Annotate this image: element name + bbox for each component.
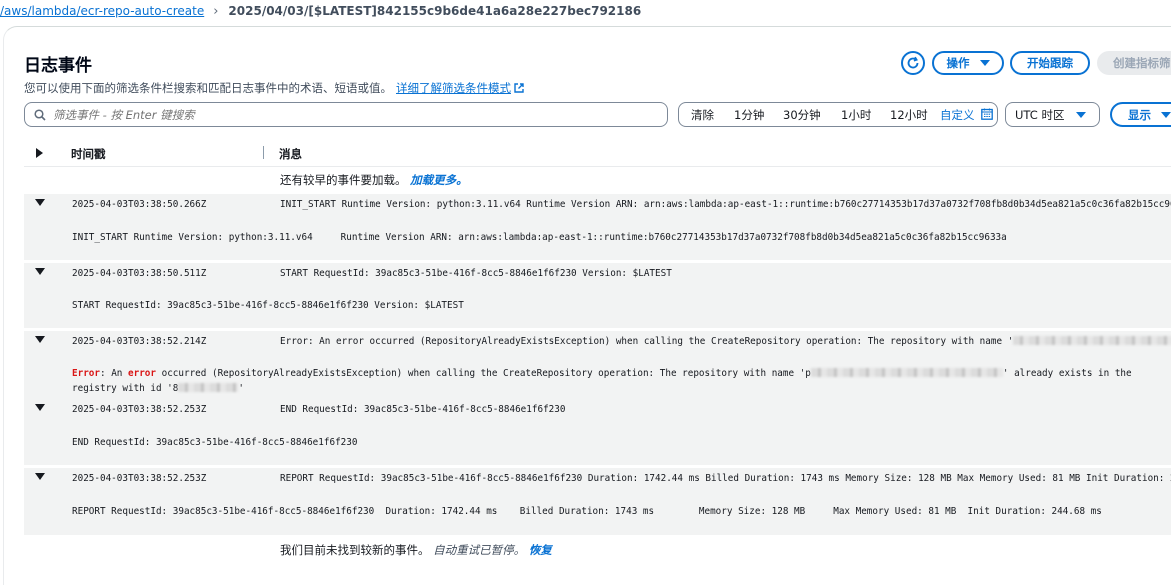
external-link-icon — [514, 83, 524, 93]
collapse-row-icon[interactable] — [35, 199, 45, 206]
event-timestamp: 2025-04-03T03:38:50.511Z — [72, 268, 207, 279]
event-message: REPORT RequestId: 39ac85c3-51be-416f-8cc… — [280, 473, 1171, 484]
expand-all-icon[interactable] — [36, 148, 43, 158]
no-newer-events-notice: 我们目前未找到较新的事件。 自动重试已暂停。 恢复 — [280, 542, 552, 558]
event-detail: START RequestId: 39ac85c3-51be-416f-8cc5… — [72, 300, 464, 311]
page-subtitle: 您可以使用下面的筛选条件栏搜索和匹配日志事件中的术语、短语或值。 详细了解筛选条件… — [24, 80, 524, 96]
filter-events-field[interactable] — [24, 102, 668, 127]
event-detail-line2: registry with id '8 ' — [72, 383, 244, 394]
redacted-repository-name — [1013, 336, 1171, 345]
redacted-repository-name — [810, 368, 1003, 377]
chevron-right-icon: › — [213, 3, 219, 19]
breadcrumb: /aws/lambda/ecr-repo-auto-create › 2025/… — [0, 0, 1171, 22]
column-header-message[interactable]: 消息 — [279, 146, 302, 162]
event-timestamp: 2025-04-03T03:38:52.253Z — [72, 404, 207, 415]
no-newer-text: 我们目前未找到较新的事件。 — [280, 543, 430, 557]
time-1h-button[interactable]: 1小时 — [841, 107, 871, 123]
load-older-text: 还有较早的事件要加载。 — [280, 173, 407, 187]
event-detail: REPORT RequestId: 39ac85c3-51be-416f-8cc… — [72, 506, 1102, 517]
collapse-row-icon[interactable] — [35, 268, 45, 275]
collapse-row-icon[interactable] — [35, 404, 45, 411]
caret-down-icon — [1076, 112, 1086, 118]
display-dropdown-button[interactable]: 显示 — [1110, 102, 1171, 127]
log-event-row[interactable]: 2025-04-03T03:38:50.266Z INIT_START Runt… — [24, 194, 1171, 260]
event-detail: INIT_START Runtime Version: python:3.11.… — [72, 232, 1007, 243]
event-message: END RequestId: 39ac85c3-51be-416f-8cc5-8… — [280, 404, 566, 415]
display-label: 显示 — [1128, 107, 1151, 122]
breadcrumb-log-group-link[interactable]: /aws/lambda/ecr-repo-auto-create — [0, 4, 204, 18]
caret-down-icon — [1161, 111, 1171, 118]
learn-more-link[interactable]: 详细了解筛选条件模式 — [396, 81, 511, 95]
load-more-link[interactable]: 加载更多。 — [410, 173, 468, 187]
event-message: START RequestId: 39ac85c3-51be-416f-8cc5… — [280, 268, 672, 279]
calendar-icon[interactable] — [981, 108, 993, 120]
log-event-row[interactable]: 2025-04-03T03:38:50.511Z START RequestId… — [24, 263, 1171, 328]
time-30m-button[interactable]: 30分钟 — [783, 107, 821, 123]
time-range-selector: 清除 1分钟 30分钟 1小时 12小时 自定义 — [678, 102, 998, 127]
refresh-button[interactable] — [901, 51, 925, 75]
refresh-icon — [907, 56, 919, 69]
time-1m-button[interactable]: 1分钟 — [734, 107, 764, 123]
event-detail-text: registry with id '8 — [72, 383, 179, 394]
column-divider[interactable] — [263, 146, 264, 159]
start-tailing-button[interactable]: 开始跟踪 — [1010, 51, 1090, 75]
collapse-row-icon[interactable] — [35, 336, 45, 343]
caret-down-icon — [979, 60, 990, 66]
breadcrumb-current-stream: 2025/04/03/[$LATEST]842155c9b6de41a6a28e… — [228, 4, 642, 18]
log-event-row[interactable]: 2025-04-03T03:38:52.214Z Error: An error… — [24, 331, 1171, 399]
event-detail: Error: An error occurred (RepositoryAlre… — [72, 368, 1132, 379]
load-older-notice: 还有较早的事件要加载。 加载更多。 — [280, 172, 468, 188]
column-header-timestamp[interactable]: 时间戳 — [71, 146, 106, 162]
auto-retry-paused-text: 自动重试已暂停。 — [433, 543, 526, 557]
time-clear-button[interactable]: 清除 — [691, 107, 714, 123]
create-metric-filter-button[interactable]: 创建指标筛 — [1097, 51, 1171, 75]
filter-events-input[interactable] — [53, 107, 653, 122]
event-detail-text: ' — [238, 383, 244, 394]
event-message: Error: An error occurred (RepositoryAlre… — [280, 336, 1171, 347]
error-keyword: Error — [72, 368, 100, 379]
time-custom-button[interactable]: 自定义 — [940, 107, 975, 123]
redacted-registry-id — [178, 383, 239, 392]
timezone-select[interactable]: UTC 时区 — [1005, 102, 1100, 127]
timezone-value: UTC 时区 — [1015, 107, 1065, 122]
actions-label: 操作 — [946, 56, 970, 70]
log-event-row[interactable]: 2025-04-03T03:38:52.253Z END RequestId: … — [24, 399, 1171, 465]
event-timestamp: 2025-04-03T03:38:50.266Z — [72, 199, 207, 210]
time-12h-button[interactable]: 12小时 — [890, 107, 928, 123]
error-keyword: error — [128, 368, 156, 379]
event-detail: END RequestId: 39ac85c3-51be-416f-8cc5-8… — [72, 437, 358, 448]
table-header: 时间戳 消息 — [24, 139, 1171, 167]
event-message: INIT_START Runtime Version: python:3.11.… — [280, 199, 1171, 210]
page-title: 日志事件 — [24, 56, 92, 76]
search-icon — [34, 108, 46, 121]
event-timestamp: 2025-04-03T03:38:52.253Z — [72, 473, 207, 484]
subtitle-text: 您可以使用下面的筛选条件栏搜索和匹配日志事件中的术语、短语或值。 — [24, 81, 392, 95]
actions-dropdown-button[interactable]: 操作 — [932, 51, 1004, 75]
event-timestamp: 2025-04-03T03:38:52.214Z — [72, 336, 207, 347]
event-detail-text: ' already exists in the — [1002, 368, 1132, 379]
event-detail-text: : An — [100, 368, 128, 379]
collapse-row-icon[interactable] — [35, 473, 45, 480]
resume-link[interactable]: 恢复 — [529, 543, 552, 557]
log-event-row[interactable]: 2025-04-03T03:38:52.253Z REPORT RequestI… — [24, 468, 1171, 535]
event-detail-text: occurred (RepositoryAlreadyExistsExcepti… — [156, 368, 811, 379]
event-message-text: Error: An error occurred (RepositoryAlre… — [280, 336, 1014, 347]
